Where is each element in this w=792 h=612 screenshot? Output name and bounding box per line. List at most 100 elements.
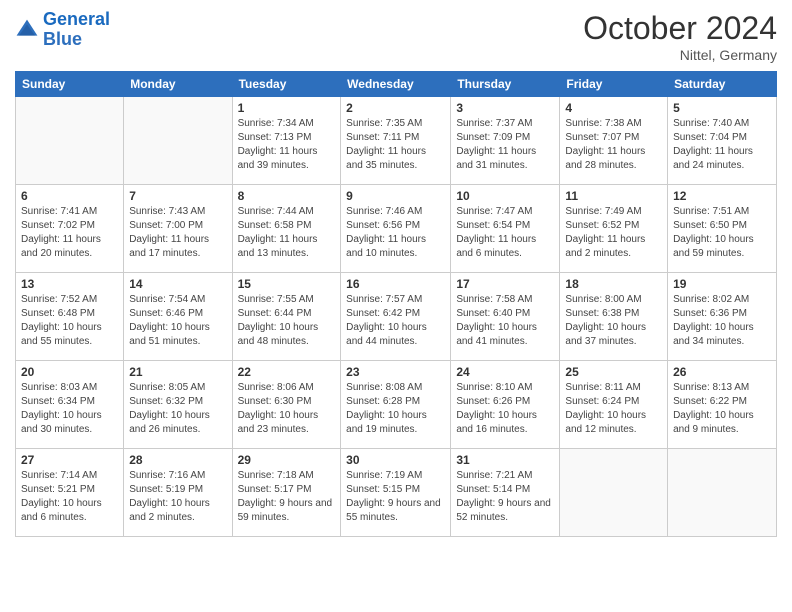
calendar-cell: 24 Sunrise: 8:10 AM Sunset: 6:26 PM Dayli… bbox=[451, 361, 560, 449]
calendar-week-row: 27 Sunrise: 7:14 AM Sunset: 5:21 PM Dayli… bbox=[16, 449, 777, 537]
calendar-cell: 15 Sunrise: 7:55 AM Sunset: 6:44 PM Dayli… bbox=[232, 273, 341, 361]
day-number: 25 bbox=[565, 365, 662, 379]
day-number: 28 bbox=[129, 453, 226, 467]
day-info: Sunrise: 8:00 AM Sunset: 6:38 PM Dayligh… bbox=[565, 293, 662, 349]
day-number: 19 bbox=[673, 277, 771, 291]
day-number: 31 bbox=[456, 453, 554, 467]
calendar-cell: 31 Sunrise: 7:21 AM Sunset: 5:14 PM Dayli… bbox=[451, 449, 560, 537]
day-info: Sunrise: 8:10 AM Sunset: 6:26 PM Dayligh… bbox=[456, 381, 554, 437]
day-info: Sunrise: 7:14 AM Sunset: 5:21 PM Dayligh… bbox=[21, 469, 118, 525]
day-number: 7 bbox=[129, 189, 226, 203]
day-info: Sunrise: 7:57 AM Sunset: 6:42 PM Dayligh… bbox=[346, 293, 445, 349]
day-info: Sunrise: 7:52 AM Sunset: 6:48 PM Dayligh… bbox=[21, 293, 118, 349]
day-number: 26 bbox=[673, 365, 771, 379]
day-info: Sunrise: 8:03 AM Sunset: 6:34 PM Dayligh… bbox=[21, 381, 118, 437]
calendar-cell: 3 Sunrise: 7:37 AM Sunset: 7:09 PM Daylig… bbox=[451, 97, 560, 185]
day-info: Sunrise: 7:46 AM Sunset: 6:56 PM Dayligh… bbox=[346, 205, 445, 261]
day-info: Sunrise: 7:21 AM Sunset: 5:14 PM Dayligh… bbox=[456, 469, 554, 525]
day-info: Sunrise: 7:16 AM Sunset: 5:19 PM Dayligh… bbox=[129, 469, 226, 525]
logo-line2: Blue bbox=[43, 29, 82, 49]
day-number: 8 bbox=[238, 189, 336, 203]
calendar-cell: 13 Sunrise: 7:52 AM Sunset: 6:48 PM Dayli… bbox=[16, 273, 124, 361]
weekday-header: Friday bbox=[560, 72, 668, 97]
day-info: Sunrise: 7:34 AM Sunset: 7:13 PM Dayligh… bbox=[238, 117, 336, 173]
day-number: 1 bbox=[238, 101, 336, 115]
calendar-cell: 4 Sunrise: 7:38 AM Sunset: 7:07 PM Daylig… bbox=[560, 97, 668, 185]
day-info: Sunrise: 7:35 AM Sunset: 7:11 PM Dayligh… bbox=[346, 117, 445, 173]
header: General Blue October 2024 Nittel, German… bbox=[15, 10, 777, 63]
logo-text: General Blue bbox=[43, 10, 110, 50]
weekday-header: Thursday bbox=[451, 72, 560, 97]
day-number: 6 bbox=[21, 189, 118, 203]
day-number: 5 bbox=[673, 101, 771, 115]
calendar-cell: 22 Sunrise: 8:06 AM Sunset: 6:30 PM Dayli… bbox=[232, 361, 341, 449]
weekday-header: Sunday bbox=[16, 72, 124, 97]
day-info: Sunrise: 8:05 AM Sunset: 6:32 PM Dayligh… bbox=[129, 381, 226, 437]
calendar-week-row: 20 Sunrise: 8:03 AM Sunset: 6:34 PM Dayli… bbox=[16, 361, 777, 449]
day-info: Sunrise: 7:55 AM Sunset: 6:44 PM Dayligh… bbox=[238, 293, 336, 349]
day-number: 13 bbox=[21, 277, 118, 291]
day-info: Sunrise: 8:06 AM Sunset: 6:30 PM Dayligh… bbox=[238, 381, 336, 437]
calendar-cell: 28 Sunrise: 7:16 AM Sunset: 5:19 PM Dayli… bbox=[124, 449, 232, 537]
calendar-cell: 12Sunrise: 7:51 AM Sunset: 6:50 PM Dayli… bbox=[668, 185, 777, 273]
calendar-week-row: 6 Sunrise: 7:41 AM Sunset: 7:02 PM Daylig… bbox=[16, 185, 777, 273]
day-number: 14 bbox=[129, 277, 226, 291]
day-number: 20 bbox=[21, 365, 118, 379]
month-title: October 2024 bbox=[583, 10, 777, 47]
day-info: Sunrise: 7:54 AM Sunset: 6:46 PM Dayligh… bbox=[129, 293, 226, 349]
logo: General Blue bbox=[15, 10, 110, 50]
calendar-cell: 23Sunrise: 8:08 AM Sunset: 6:28 PM Dayli… bbox=[341, 361, 451, 449]
calendar-cell bbox=[16, 97, 124, 185]
day-info: Sunrise: 8:02 AM Sunset: 6:36 PM Dayligh… bbox=[673, 293, 771, 349]
day-number: 27 bbox=[21, 453, 118, 467]
title-block: October 2024 Nittel, Germany bbox=[583, 10, 777, 63]
weekday-header-row: SundayMondayTuesdayWednesdayThursdayFrid… bbox=[16, 72, 777, 97]
day-info: Sunrise: 7:38 AM Sunset: 7:07 PM Dayligh… bbox=[565, 117, 662, 173]
location-subtitle: Nittel, Germany bbox=[583, 47, 777, 63]
day-number: 16 bbox=[346, 277, 445, 291]
day-info: Sunrise: 7:51 AM Sunset: 6:50 PM Dayligh… bbox=[673, 205, 771, 261]
logo-icon bbox=[15, 18, 39, 42]
day-info: Sunrise: 7:37 AM Sunset: 7:09 PM Dayligh… bbox=[456, 117, 554, 173]
calendar-week-row: 13 Sunrise: 7:52 AM Sunset: 6:48 PM Dayli… bbox=[16, 273, 777, 361]
day-number: 29 bbox=[238, 453, 336, 467]
calendar-cell: 18 Sunrise: 8:00 AM Sunset: 6:38 PM Dayli… bbox=[560, 273, 668, 361]
day-info: Sunrise: 7:58 AM Sunset: 6:40 PM Dayligh… bbox=[456, 293, 554, 349]
calendar-week-row: 1 Sunrise: 7:34 AM Sunset: 7:13 PM Daylig… bbox=[16, 97, 777, 185]
day-info: Sunrise: 7:43 AM Sunset: 7:00 PM Dayligh… bbox=[129, 205, 226, 261]
day-number: 18 bbox=[565, 277, 662, 291]
calendar-cell: 21Sunrise: 8:05 AM Sunset: 6:32 PM Dayli… bbox=[124, 361, 232, 449]
day-number: 3 bbox=[456, 101, 554, 115]
calendar-cell: 14 Sunrise: 7:54 AM Sunset: 6:46 PM Dayli… bbox=[124, 273, 232, 361]
weekday-header: Tuesday bbox=[232, 72, 341, 97]
calendar-cell bbox=[668, 449, 777, 537]
day-info: Sunrise: 8:08 AM Sunset: 6:28 PM Dayligh… bbox=[346, 381, 445, 437]
day-number: 2 bbox=[346, 101, 445, 115]
day-number: 17 bbox=[456, 277, 554, 291]
calendar-cell: 5 Sunrise: 7:40 AM Sunset: 7:04 PM Daylig… bbox=[668, 97, 777, 185]
calendar-cell: 27 Sunrise: 7:14 AM Sunset: 5:21 PM Dayli… bbox=[16, 449, 124, 537]
calendar-cell: 1 Sunrise: 7:34 AM Sunset: 7:13 PM Daylig… bbox=[232, 97, 341, 185]
day-number: 4 bbox=[565, 101, 662, 115]
weekday-header: Saturday bbox=[668, 72, 777, 97]
calendar-cell bbox=[560, 449, 668, 537]
day-info: Sunrise: 7:41 AM Sunset: 7:02 PM Dayligh… bbox=[21, 205, 118, 261]
calendar-cell: 19 Sunrise: 8:02 AM Sunset: 6:36 PM Dayli… bbox=[668, 273, 777, 361]
calendar-cell: 11Sunrise: 7:49 AM Sunset: 6:52 PM Dayli… bbox=[560, 185, 668, 273]
day-info: Sunrise: 7:40 AM Sunset: 7:04 PM Dayligh… bbox=[673, 117, 771, 173]
day-number: 15 bbox=[238, 277, 336, 291]
day-info: Sunrise: 7:18 AM Sunset: 5:17 PM Dayligh… bbox=[238, 469, 336, 525]
day-info: Sunrise: 8:13 AM Sunset: 6:22 PM Dayligh… bbox=[673, 381, 771, 437]
calendar-cell: 9Sunrise: 7:46 AM Sunset: 6:56 PM Daylig… bbox=[341, 185, 451, 273]
logo-line1: General bbox=[43, 9, 110, 29]
calendar-cell: 25 Sunrise: 8:11 AM Sunset: 6:24 PM Dayli… bbox=[560, 361, 668, 449]
calendar-cell: 20 Sunrise: 8:03 AM Sunset: 6:34 PM Dayli… bbox=[16, 361, 124, 449]
day-info: Sunrise: 7:44 AM Sunset: 6:58 PM Dayligh… bbox=[238, 205, 336, 261]
day-number: 22 bbox=[238, 365, 336, 379]
calendar-cell: 10Sunrise: 7:47 AM Sunset: 6:54 PM Dayli… bbox=[451, 185, 560, 273]
calendar-cell: 16 Sunrise: 7:57 AM Sunset: 6:42 PM Dayli… bbox=[341, 273, 451, 361]
day-info: Sunrise: 8:11 AM Sunset: 6:24 PM Dayligh… bbox=[565, 381, 662, 437]
day-number: 24 bbox=[456, 365, 554, 379]
day-number: 10 bbox=[456, 189, 554, 203]
calendar-cell: 8 Sunrise: 7:44 AM Sunset: 6:58 PM Daylig… bbox=[232, 185, 341, 273]
